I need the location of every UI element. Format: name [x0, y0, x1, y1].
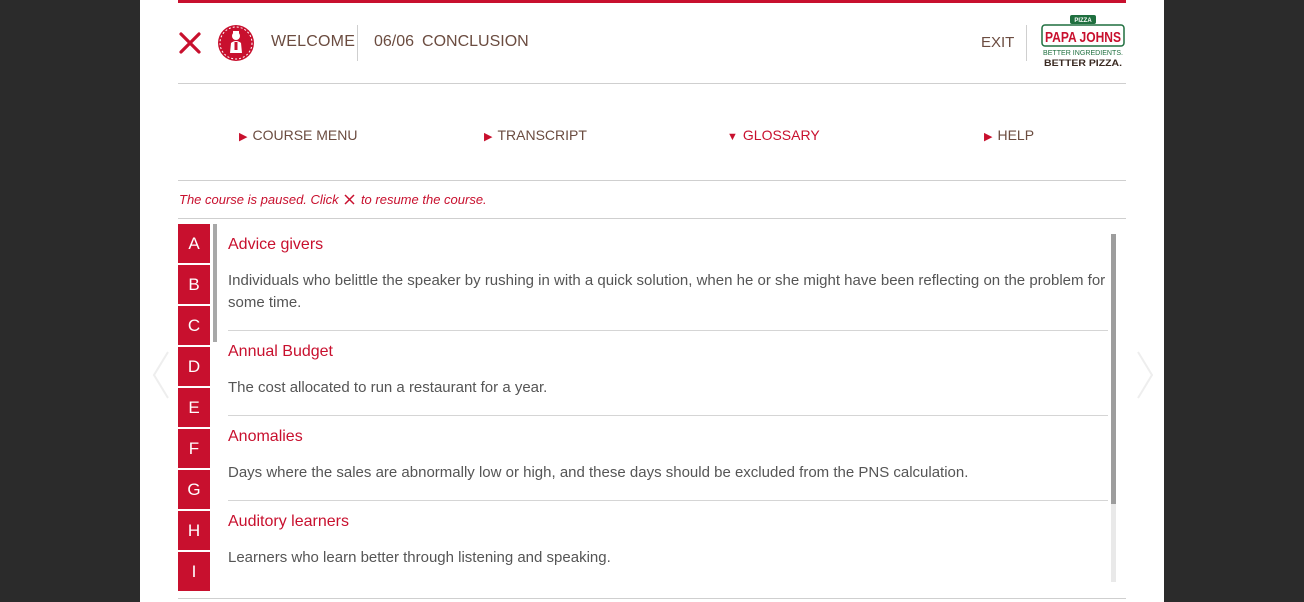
prev-arrow-icon[interactable] [150, 350, 172, 400]
next-arrow-icon[interactable] [1134, 350, 1156, 400]
glossary-definition: Learners who learn better through listen… [228, 549, 611, 566]
glossary-term: Anomalies [228, 428, 303, 445]
letter-tab[interactable]: B [178, 265, 210, 304]
glossary-definition: Individuals who belittle the speaker by … [228, 272, 1106, 311]
letter-tab[interactable]: E [178, 388, 210, 427]
letter-tab[interactable]: D [178, 347, 210, 386]
welcome-link[interactable]: WELCOME [271, 33, 355, 51]
glossary-definition: Days where the sales are abnormally low … [228, 464, 969, 481]
glossary-term: Auditory learners [228, 513, 349, 530]
glossary-term: Annual Budget [228, 343, 333, 360]
nav-help[interactable]: ▶ HELP [984, 127, 1034, 143]
glossary-scrollbar-thumb[interactable] [1111, 234, 1116, 504]
course-nav: ▶ COURSE MENU ▶ TRANSCRIPT ▼ GLOSSARY ▶ HELP [178, 84, 1126, 181]
letter-tab[interactable]: F [178, 429, 210, 468]
nav-transcript[interactable]: ▶ TRANSCRIPT [484, 127, 587, 143]
letter-tab[interactable]: I [178, 552, 210, 591]
glossary-definition: The cost allocated to run a restaurant f… [228, 379, 548, 396]
logo-tagline-1: BETTER INGREDIENTS. [1043, 50, 1123, 57]
letter-tab[interactable]: A [178, 224, 210, 263]
letter-index-scrollbar[interactable] [213, 224, 217, 342]
header-divider [357, 25, 358, 61]
glossary-letter-index: A B C D E F G H I [178, 224, 210, 593]
header-divider [1026, 25, 1027, 61]
progress-counter: 06/06 [374, 33, 415, 50]
glossary-entry: Anomalies Days where the sales are abnor… [228, 416, 1108, 501]
exit-button[interactable]: EXIT [981, 34, 1014, 51]
glossary-term: Advice givers [228, 236, 324, 253]
glossary-entries: Advice givers Individuals who belittle t… [228, 224, 1108, 585]
logo-badge: PIZZA [1074, 18, 1092, 24]
play-arrow-icon: ▶ [239, 131, 248, 143]
header: WELCOME 06/06 CONCLUSION EXIT PIZZA PAPA … [178, 3, 1126, 84]
down-arrow-icon: ▼ [727, 131, 738, 143]
section-indicator: 06/06 CONCLUSION [374, 33, 529, 51]
section-title: CONCLUSION [422, 33, 529, 50]
logo-brand: PAPA JOHNS [1045, 29, 1121, 46]
course-window: WELCOME 06/06 CONCLUSION EXIT PIZZA PAPA … [140, 0, 1164, 602]
letter-tab[interactable]: G [178, 470, 210, 509]
glossary-entry: Annual Budget The cost allocated to run … [228, 331, 1108, 416]
nav-glossary[interactable]: ▼ GLOSSARY [727, 127, 820, 143]
letter-tab[interactable]: C [178, 306, 210, 345]
paused-message: The course is paused. Click to resume th… [179, 192, 487, 208]
nav-course-menu[interactable]: ▶ COURSE MENU [239, 127, 357, 143]
close-icon[interactable] [178, 31, 202, 55]
play-arrow-icon: ▶ [984, 131, 993, 143]
logo-tagline-2: BETTER PIZZA. [1044, 58, 1122, 68]
presenter-avatar-icon [218, 25, 254, 61]
bottom-divider [178, 598, 1126, 599]
letter-tab[interactable]: H [178, 511, 210, 550]
papa-johns-logo: PIZZA PAPA JOHNS BETTER INGREDIENTS. BET… [1040, 14, 1126, 72]
glossary-entry: Auditory learners Learners who learn bet… [228, 501, 1108, 585]
play-arrow-icon: ▶ [484, 131, 493, 143]
close-icon [344, 193, 355, 208]
glossary-entry: Advice givers Individuals who belittle t… [228, 224, 1108, 331]
paused-banner: The course is paused. Click to resume th… [178, 181, 1126, 219]
